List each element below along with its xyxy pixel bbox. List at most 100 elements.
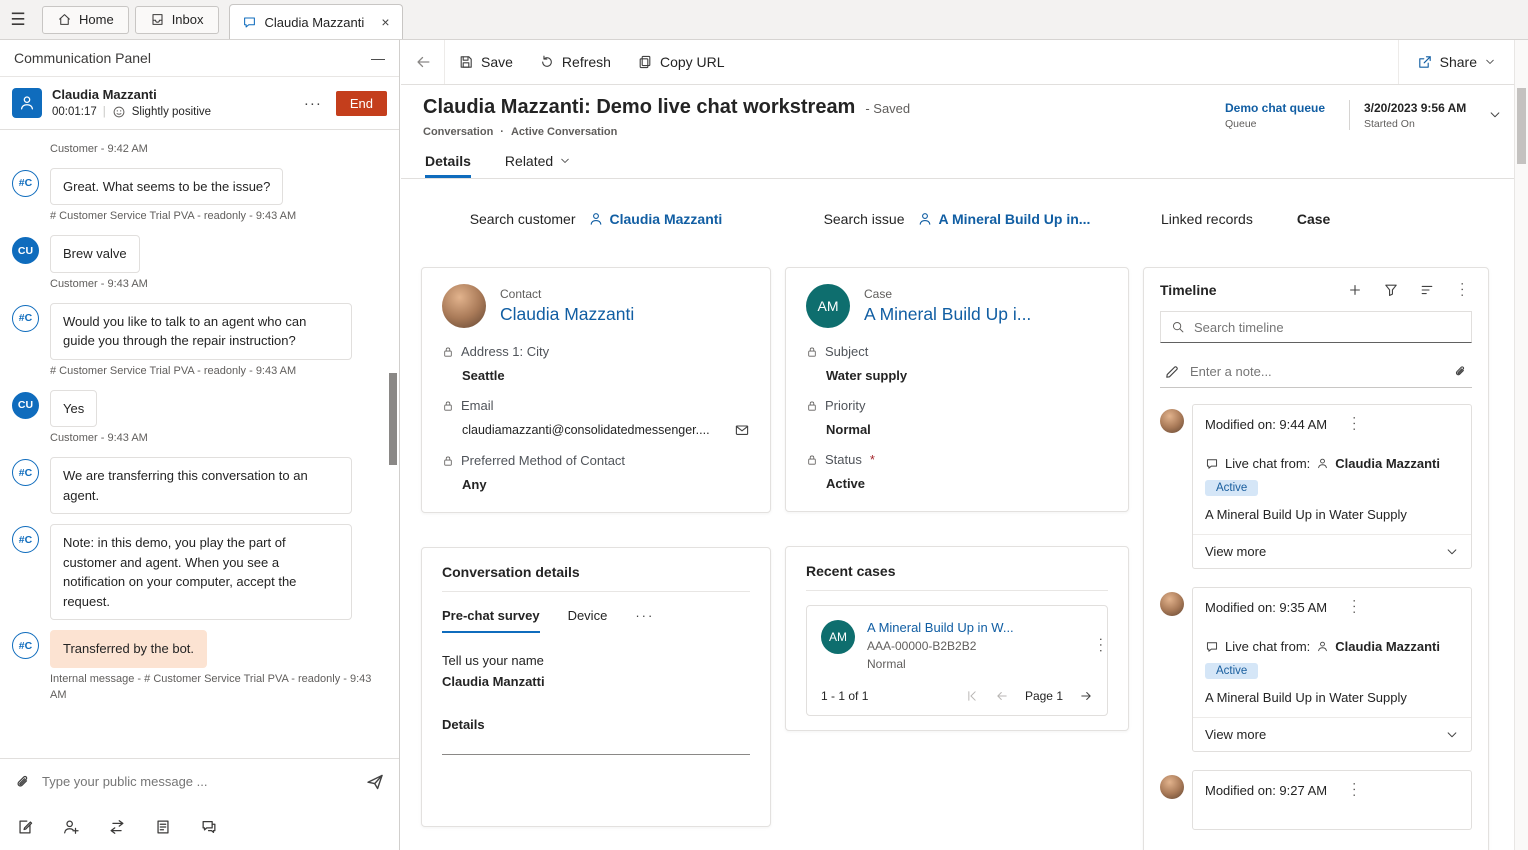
send-icon[interactable] <box>365 772 385 792</box>
chat-multiple-icon[interactable] <box>200 818 218 836</box>
tab-related-label: Related <box>504 153 554 169</box>
tab-inbox[interactable]: Inbox <box>134 5 219 34</box>
timeline-menu-icon[interactable]: ··· <box>1456 282 1472 299</box>
hamburger-icon[interactable]: ☰ <box>0 10 36 30</box>
note-input[interactable] <box>1190 364 1443 379</box>
note-composer[interactable] <box>1160 356 1472 388</box>
top-bar: ☰ Home Inbox Claudia Mazzanti × <box>0 0 1528 40</box>
paperclip-icon[interactable] <box>1453 364 1468 379</box>
row-menu-icon[interactable]: ··· <box>1059 637 1110 654</box>
person-icon <box>1318 641 1328 652</box>
header-expand-chevron-icon[interactable] <box>1488 104 1502 127</box>
tab-session-active[interactable]: Claudia Mazzanti × <box>228 4 403 39</box>
tab-home-label: Home <box>79 12 114 27</box>
previous-page-icon[interactable] <box>995 689 1009 703</box>
breadcrumb-form[interactable]: Active Conversation <box>511 126 617 138</box>
add-record-icon[interactable] <box>1347 282 1363 298</box>
form-edit-icon[interactable] <box>154 818 172 836</box>
timeline-search[interactable] <box>1160 311 1472 343</box>
timeline-title: Timeline <box>1160 282 1217 298</box>
next-page-icon[interactable] <box>1079 689 1093 703</box>
panel-titlebar: Communication Panel — <box>0 40 399 77</box>
share-label: Share <box>1439 54 1477 70</box>
transfer-icon[interactable] <box>108 818 126 836</box>
field-value[interactable]: Active <box>826 476 1108 491</box>
save-icon <box>460 56 472 68</box>
back-icon[interactable] <box>401 40 445 84</box>
linked-records-selected[interactable]: Case <box>1297 211 1330 227</box>
tab-related[interactable]: Related <box>505 153 571 178</box>
field-preferred-contact: Preferred Method of Contact Any <box>442 453 750 492</box>
entry-person[interactable]: Claudia Mazzanti <box>1335 639 1440 654</box>
case-name-link[interactable]: A Mineral Build Up i... <box>864 304 1031 325</box>
field-subject: Subject Water supply <box>806 344 1108 383</box>
search-icon <box>1172 321 1184 333</box>
first-page-icon[interactable] <box>965 689 979 703</box>
email-value[interactable]: claudiamazzanti@consolidatedmessenger...… <box>462 423 710 437</box>
app-window: ☰ Home Inbox Claudia Mazzanti × Communic… <box>0 0 1528 850</box>
view-more-button[interactable]: View more <box>1193 534 1471 568</box>
entry-menu-icon[interactable]: ··· <box>1348 599 1364 616</box>
message-input[interactable] <box>42 774 355 789</box>
notes-icon[interactable] <box>16 818 34 836</box>
add-user-icon[interactable] <box>62 818 80 836</box>
copy-url-button[interactable]: Copy URL <box>624 40 738 84</box>
pencil-icon <box>1166 365 1178 378</box>
filter-icon[interactable] <box>1383 282 1399 298</box>
expand-records-icon[interactable] <box>1419 282 1435 298</box>
queue-value[interactable]: Demo chat queue <box>1225 101 1335 115</box>
case-initials-avatar: AM <box>806 284 850 328</box>
issue-lookup[interactable]: A Mineral Build Up in... <box>917 211 1090 227</box>
entry-subject: A Mineral Build Up in Water Supply <box>1205 690 1407 705</box>
lock-icon <box>808 347 816 357</box>
page-indicator: Page 1 <box>1024 689 1063 703</box>
case-title-link[interactable]: A Mineral Build Up in W... <box>867 620 1014 635</box>
refresh-button[interactable]: Refresh <box>526 40 624 84</box>
timeline-entries: Modified on: 9:44 AM ··· Live chat from:… <box>1160 404 1472 830</box>
command-bar: Save Refresh Copy URL Share <box>401 40 1514 85</box>
entry-kind: Live chat from: <box>1225 456 1311 471</box>
status-badge: Active <box>1205 480 1259 496</box>
field-label: Address 1: City <box>461 344 550 359</box>
timeline-search-input[interactable] <box>1194 319 1461 335</box>
entry-person[interactable]: Claudia Mazzanti <box>1335 456 1440 471</box>
field-value[interactable]: Any <box>462 477 750 492</box>
subtab-pre-chat-survey[interactable]: Pre-chat survey <box>442 608 540 633</box>
field-label: Email <box>461 398 494 413</box>
email-action-icon[interactable] <box>734 422 750 438</box>
chat-scrollbar[interactable] <box>389 373 397 465</box>
field-status: Status * Active <box>806 452 1108 491</box>
share-button[interactable]: Share <box>1397 40 1514 84</box>
entry-menu-icon[interactable]: ··· <box>1348 416 1364 433</box>
field-value[interactable]: Water supply <box>826 368 1108 383</box>
tab-details[interactable]: Details <box>425 153 471 178</box>
subtab-device[interactable]: Device <box>568 608 608 633</box>
chat-customer-name: Claudia Mazzanti <box>52 87 157 102</box>
communication-panel: Communication Panel — Claudia Mazzanti 0… <box>0 40 400 850</box>
minimize-icon[interactable]: — <box>371 50 385 66</box>
lock-icon <box>444 401 452 411</box>
survey-question: Tell us your name <box>442 653 544 668</box>
scrollbar-thumb[interactable] <box>1517 88 1526 164</box>
contact-name-link[interactable]: Claudia Mazzanti <box>500 304 634 325</box>
save-button[interactable]: Save <box>445 40 526 84</box>
entry-menu-icon[interactable]: ··· <box>1348 782 1364 799</box>
end-button[interactable]: End <box>335 90 387 116</box>
form-body: Search customer Claudia Mazzanti Contact… <box>401 179 1514 850</box>
message-bubble: Note: in this demo, you play the part of… <box>50 524 352 621</box>
view-more-button[interactable]: View more <box>1193 717 1471 751</box>
paperclip-icon[interactable] <box>14 773 32 791</box>
field-value[interactable]: Normal <box>826 422 1108 437</box>
tab-home[interactable]: Home <box>42 5 129 34</box>
more-icon[interactable]: ··· <box>304 95 322 112</box>
subtab-more-icon[interactable]: ··· <box>635 608 654 633</box>
page-scrollbar[interactable] <box>1514 40 1528 850</box>
message-meta: # Customer Service Trial PVA - readonly … <box>50 364 297 377</box>
customer-lookup[interactable]: Claudia Mazzanti <box>588 211 722 227</box>
breadcrumb-entity: Conversation <box>423 126 494 138</box>
modified-on: Modified on: 9:27 AM <box>1205 782 1328 798</box>
case-row[interactable]: AM A Mineral Build Up in W... AAA-00000-… <box>821 620 1110 671</box>
field-value[interactable]: Seattle <box>462 368 750 383</box>
close-icon[interactable]: × <box>381 15 389 29</box>
copy-url-label: Copy URL <box>659 54 725 70</box>
